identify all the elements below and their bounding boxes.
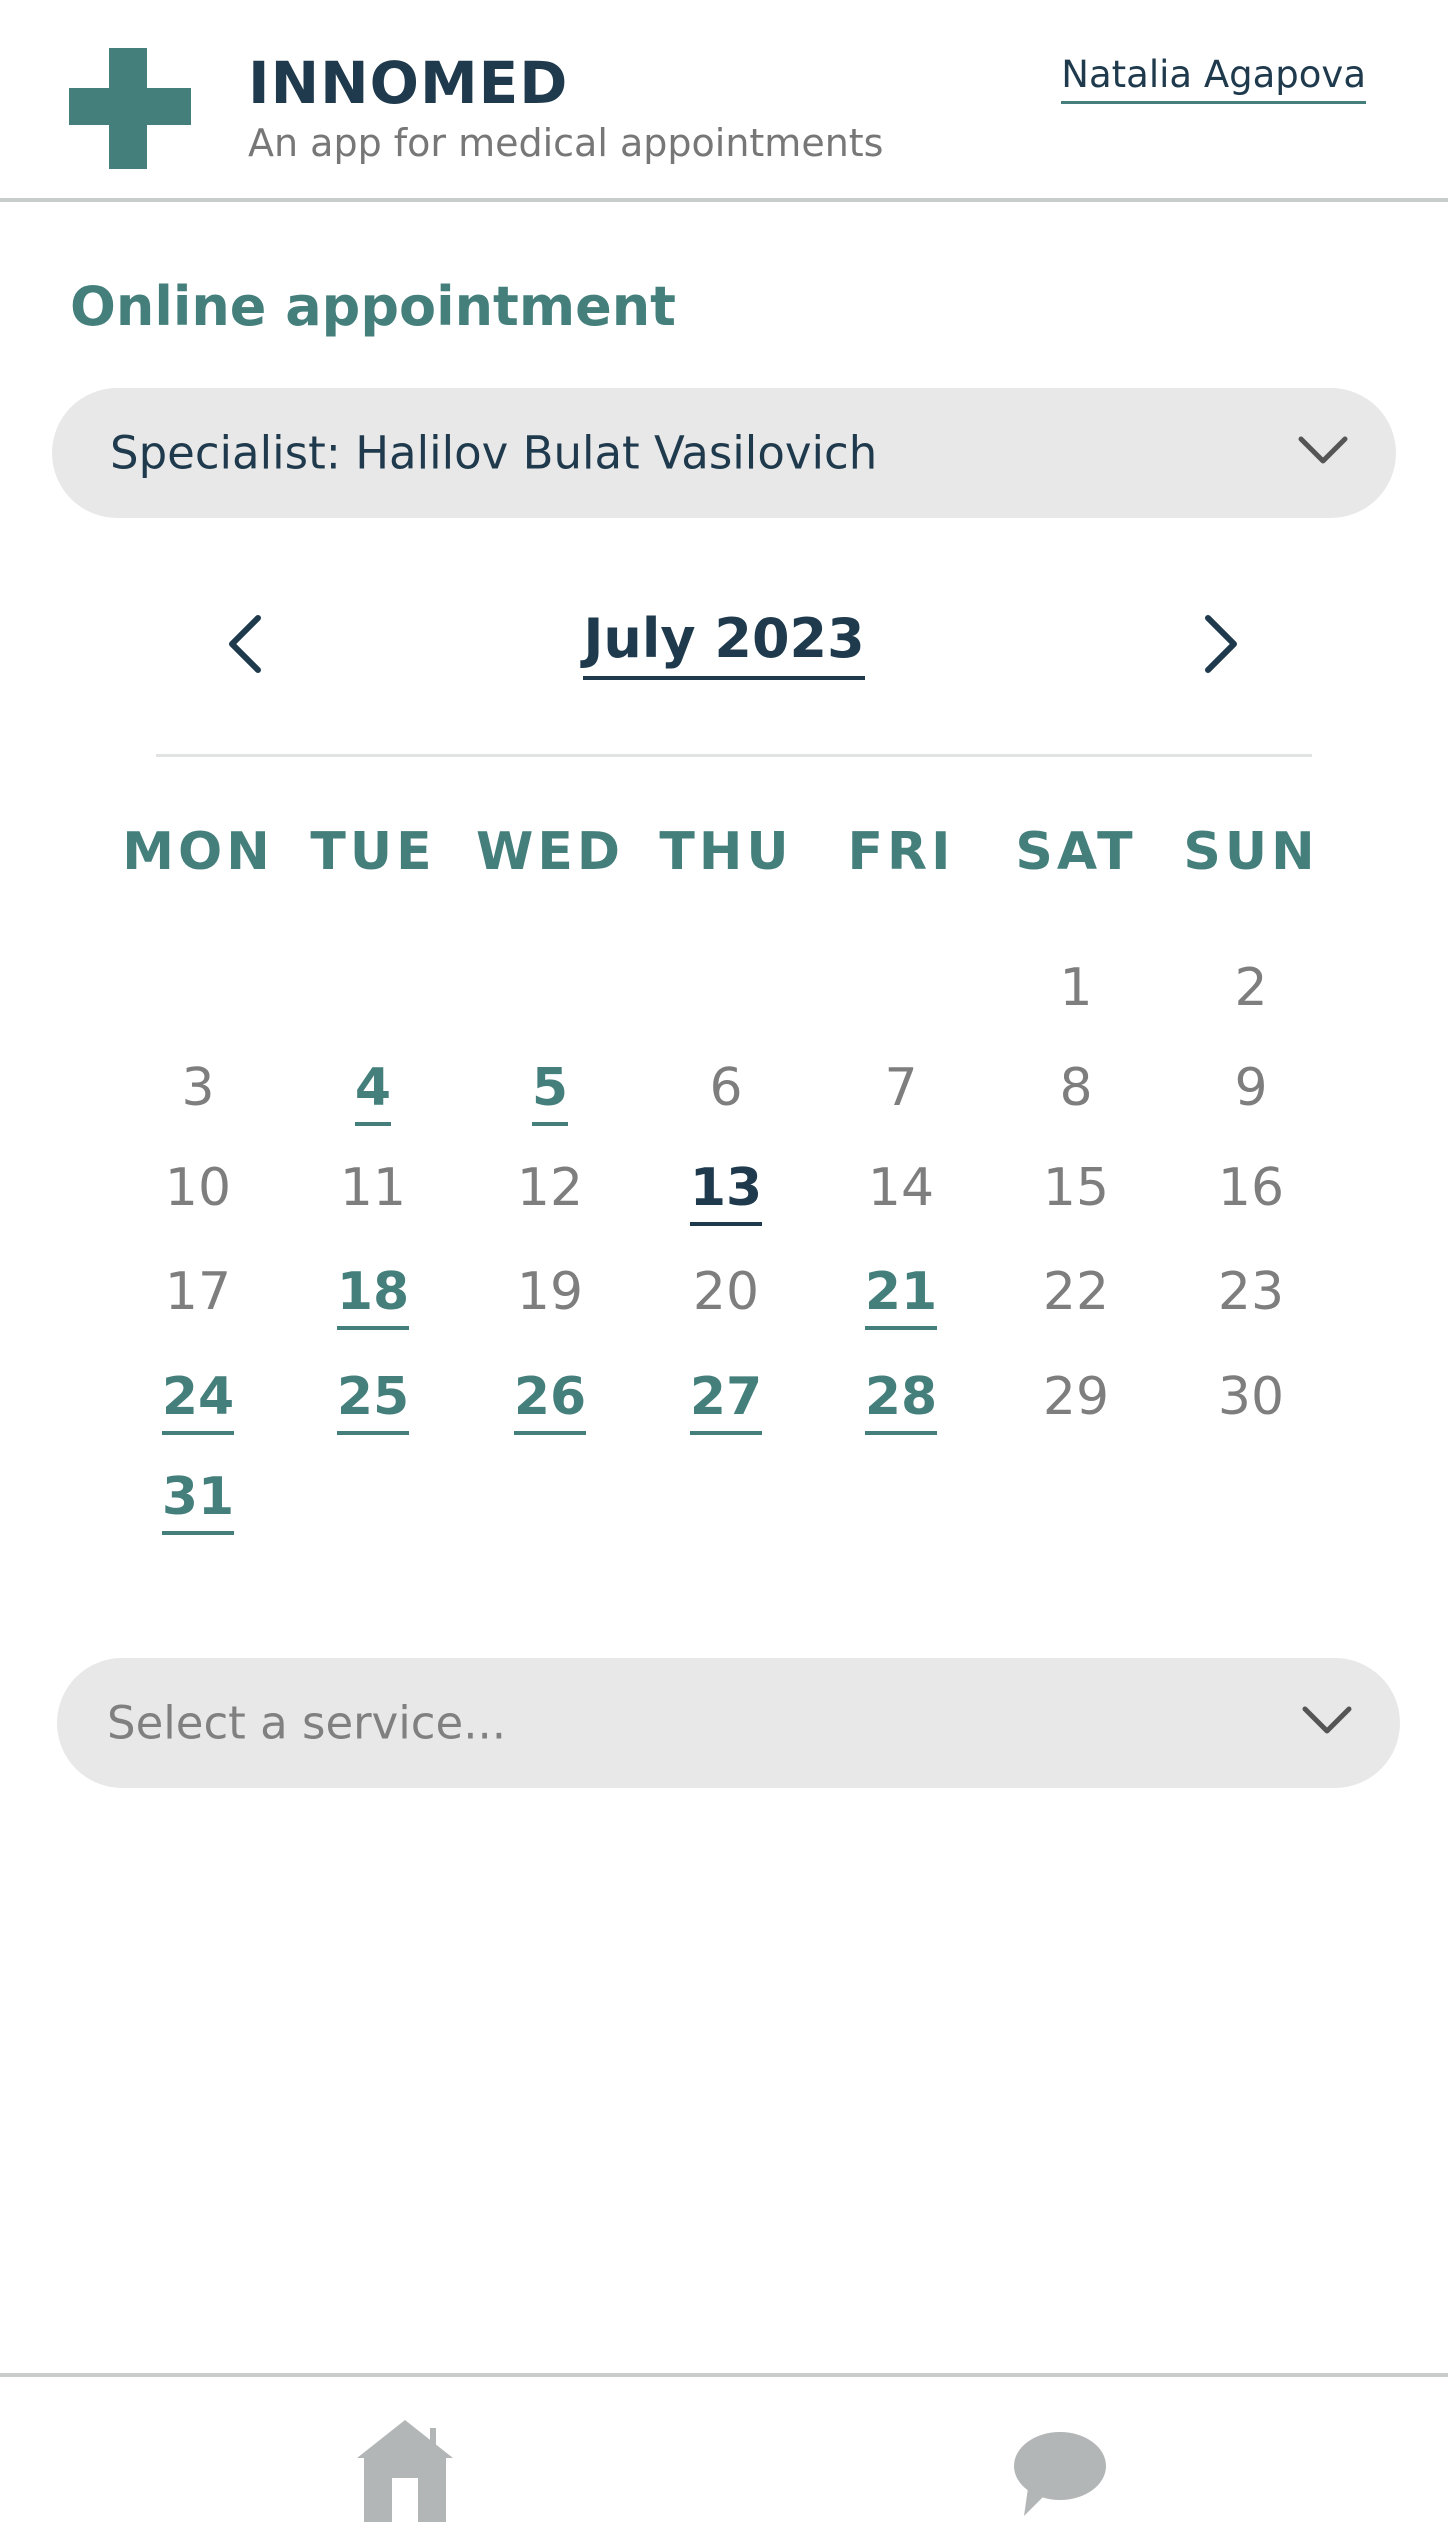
calendar-day: 16: [1181, 1162, 1321, 1226]
chevron-down-icon: [1298, 436, 1348, 464]
calendar-day-number: 30: [1217, 1367, 1285, 1427]
calendar-day-number[interactable]: 5: [531, 1062, 569, 1126]
calendar-day-number[interactable]: 4: [354, 1062, 392, 1126]
calendar-day-available[interactable]: 4: [303, 1062, 443, 1126]
calendar-day-available[interactable]: 24: [128, 1371, 268, 1435]
app-tagline: An app for medical appointments: [248, 121, 884, 165]
calendar-day-available[interactable]: 18: [303, 1266, 443, 1330]
calendar-day-number: 16: [1217, 1158, 1285, 1218]
calendar-day-number: 9: [1234, 1058, 1268, 1118]
calendar-day-number: 12: [516, 1158, 584, 1218]
weekday-header-sun: SUN: [1183, 822, 1319, 882]
weekday-header-mon: MON: [122, 822, 274, 882]
calendar-day-number: 3: [181, 1058, 215, 1118]
calendar-day-number: 23: [1217, 1262, 1285, 1322]
calendar-day: 20: [656, 1266, 796, 1330]
calendar-day-number: 17: [164, 1262, 232, 1322]
calendar-day-number[interactable]: 24: [161, 1371, 235, 1435]
next-month-button[interactable]: [1198, 612, 1242, 676]
weekday-header-sat: SAT: [1015, 822, 1137, 882]
calendar-day-number: 29: [1042, 1367, 1110, 1427]
weekday-header-thu: THU: [659, 822, 793, 882]
calendar-day-number: 8: [1059, 1058, 1093, 1118]
calendar-day: 14: [831, 1162, 971, 1226]
month-label-text[interactable]: July 2023: [583, 612, 865, 680]
calendar-day: 2: [1181, 962, 1321, 1026]
calendar-day-number[interactable]: 21: [864, 1266, 938, 1330]
app-title: INNOMED: [248, 49, 569, 117]
calendar-day: 29: [1006, 1371, 1146, 1435]
calendar-day: 19: [480, 1266, 620, 1330]
calendar-day-number: 14: [867, 1158, 935, 1218]
home-icon[interactable]: [354, 2418, 456, 2522]
calendar-day: 3: [128, 1062, 268, 1126]
calendar-day: 12: [480, 1162, 620, 1226]
calendar-day: 17: [128, 1266, 268, 1330]
calendar-day-number: 2: [1234, 958, 1268, 1018]
calendar-day-available[interactable]: 25: [303, 1371, 443, 1435]
calendar-day-available[interactable]: 27: [656, 1371, 796, 1435]
calendar-day-number: 15: [1042, 1158, 1110, 1218]
app-header: INNOMED An app for medical appointments …: [0, 0, 1448, 202]
calendar-day: 30: [1181, 1371, 1321, 1435]
calendar-day: 8: [1006, 1062, 1146, 1126]
calendar-divider: [156, 754, 1312, 757]
calendar-day: 6: [656, 1062, 796, 1126]
weekday-header-fri: FRI: [847, 822, 955, 882]
calendar-day-number[interactable]: 27: [689, 1371, 763, 1435]
calendar-day-number: 20: [692, 1262, 760, 1322]
calendar-day-number: 13: [689, 1162, 763, 1226]
calendar-day: 9: [1181, 1062, 1321, 1126]
calendar-day: 23: [1181, 1266, 1321, 1330]
bottom-nav-divider: [0, 2373, 1448, 2377]
calendar-day-number: 19: [516, 1262, 584, 1322]
calendar-day-number: 22: [1042, 1262, 1110, 1322]
calendar-day-number: 10: [164, 1158, 232, 1218]
weekday-header-tue: TUE: [310, 822, 436, 882]
page-title: Online appointment: [70, 275, 676, 338]
calendar-day-number[interactable]: 26: [513, 1371, 587, 1435]
calendar-day-number[interactable]: 18: [336, 1266, 410, 1330]
specialist-select[interactable]: Specialist: Halilov Bulat Vasilovich: [52, 388, 1396, 518]
calendar-day-available[interactable]: 31: [128, 1471, 268, 1535]
calendar-day-available[interactable]: 5: [480, 1062, 620, 1126]
calendar-day-number: 1: [1059, 958, 1093, 1018]
calendar-day: 1: [1006, 962, 1146, 1026]
service-select[interactable]: Select a service...: [57, 1658, 1400, 1788]
chevron-down-icon: [1302, 1706, 1352, 1734]
weekday-header-wed: WED: [475, 822, 625, 882]
service-select-placeholder: Select a service...: [107, 1696, 507, 1750]
specialist-select-value: Specialist: Halilov Bulat Vasilovich: [110, 426, 878, 480]
calendar-day-number[interactable]: 28: [864, 1371, 938, 1435]
calendar-day: 10: [128, 1162, 268, 1226]
user-profile-link[interactable]: Natalia Agapova: [1061, 56, 1366, 104]
chat-icon[interactable]: [1012, 2430, 1108, 2518]
calendar-day-number[interactable]: 25: [336, 1371, 410, 1435]
calendar-day-today: 13: [656, 1162, 796, 1226]
calendar-day: 15: [1006, 1162, 1146, 1226]
calendar-day-number: 6: [709, 1058, 743, 1118]
calendar-day-number[interactable]: 31: [161, 1471, 235, 1535]
calendar-day-available[interactable]: 26: [480, 1371, 620, 1435]
calendar-day: 11: [303, 1162, 443, 1226]
calendar-day: 7: [831, 1062, 971, 1126]
calendar-day-number: 11: [339, 1158, 407, 1218]
calendar-day-available[interactable]: 28: [831, 1371, 971, 1435]
calendar-day-available[interactable]: 21: [831, 1266, 971, 1330]
calendar-day-number: 7: [884, 1058, 918, 1118]
calendar-day: 22: [1006, 1266, 1146, 1330]
medical-cross-icon-bar: [69, 88, 191, 125]
